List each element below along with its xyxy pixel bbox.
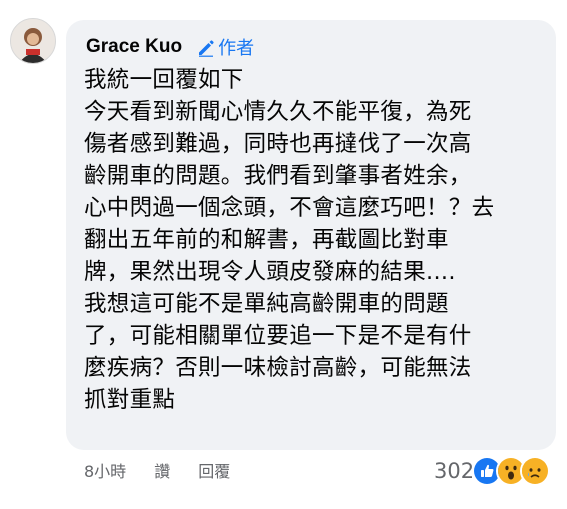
author-badge-label: 作者 — [218, 38, 255, 59]
reply-button[interactable]: 回覆 — [198, 458, 230, 482]
comment-line: 麼疾病？否則一味檢討高齡，可能無法 — [84, 355, 472, 381]
comment-line: 心中閃過一個念頭，不會這麼巧吧！？去 — [84, 195, 495, 221]
pencil-icon — [199, 40, 214, 57]
comment-line: 我統一回覆如下 — [84, 67, 244, 93]
sad-reaction-icon — [520, 456, 551, 486]
author-avatar[interactable] — [10, 18, 56, 64]
avatar-image — [11, 19, 55, 63]
like-button[interactable]: 讚 — [154, 458, 170, 482]
author-badge: 作者 — [196, 34, 254, 60]
comment-line: 我想這可能不是單純高齡開車的問題 — [84, 291, 449, 317]
comment-line: 今天看到新聞心情久久不能平復，為死 — [84, 99, 472, 125]
comment-meta: 8小時 讚 回覆 — [84, 458, 230, 482]
timestamp[interactable]: 8小時 — [84, 458, 126, 482]
comment-line: 抓對重點 — [84, 387, 176, 413]
author-name[interactable]: Grace Kuo — [86, 36, 182, 58]
comment-line: 了，可能相關單位要追一下是不是有什 — [84, 323, 472, 349]
author-row: Grace Kuo 作者 — [86, 34, 254, 60]
comment-line: 齡開車的問題。我們看到肇事者姓余， — [84, 163, 472, 189]
comment-text: 我統一回覆如下 今天看到新聞心情久久不能平復，為死 傷者感到難過，同時也再撻伐了… — [84, 64, 549, 416]
comment-line: 翻出五年前的和解書，再截圖比對車 — [84, 227, 449, 253]
reactions-summary[interactable]: 302 — [434, 456, 551, 486]
comment-bubble: Grace Kuo 作者 我統一回覆如下 今天看到新聞心情久久不能平復，為死 傷… — [66, 20, 556, 450]
comment-line: 牌，果然出現令人頭皮發麻的結果.... — [84, 259, 456, 285]
comment-line: 傷者感到難過，同時也再撻伐了一次高 — [84, 131, 472, 157]
reaction-count: 302 — [434, 459, 475, 483]
